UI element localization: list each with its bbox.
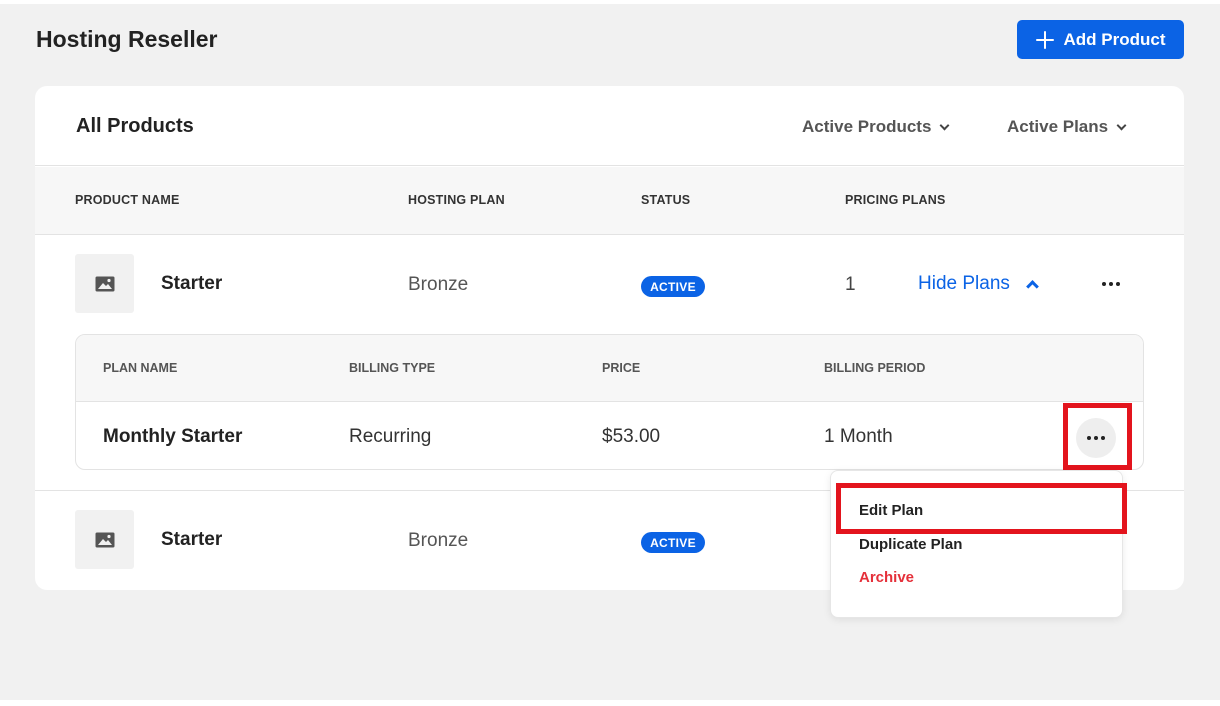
more-horizontal-icon [1087, 436, 1091, 440]
menu-item-edit-plan[interactable]: Edit Plan [859, 502, 923, 519]
filter-label: Active Plans [1007, 117, 1109, 136]
plan-name[interactable]: Monthly Starter [103, 426, 242, 448]
product-name[interactable]: Starter [161, 273, 222, 295]
chevron-up-icon [1026, 280, 1039, 293]
product-hosting-plan: Bronze [408, 530, 469, 551]
image-placeholder-icon [95, 276, 114, 291]
plan-billing-type: Recurring [349, 426, 432, 447]
column-header-plan-name: PLAN NAME [103, 361, 178, 375]
plan-more-button[interactable] [1076, 418, 1116, 458]
column-header-pricing-plans[interactable]: PRICING PLANS [845, 193, 946, 207]
menu-item-duplicate-plan[interactable]: Duplicate Plan [859, 536, 962, 553]
page-title: Hosting Reseller [36, 26, 218, 52]
column-header-product-name[interactable]: PRODUCT NAME [75, 193, 179, 207]
dot [1094, 436, 1098, 440]
active-plans-filter[interactable]: Active Plans [1007, 117, 1127, 137]
hide-plans-label: Hide Plans [918, 273, 1010, 294]
pricing-plans-table: PLAN NAME BILLING TYPE PRICE BILLING PER… [75, 334, 1144, 470]
status-badge: ACTIVE [641, 532, 705, 553]
column-header-billing-type: BILLING TYPE [349, 361, 436, 375]
active-products-filter[interactable]: Active Products [802, 117, 950, 137]
product-thumbnail [75, 510, 134, 569]
chevron-down-icon [939, 120, 950, 131]
plus-icon [1035, 30, 1054, 49]
image-placeholder-icon [95, 532, 114, 547]
column-header-status[interactable]: STATUS [641, 193, 690, 207]
hide-plans-toggle[interactable]: Hide Plans [918, 273, 1039, 295]
plan-billing-period: 1 Month [824, 426, 893, 447]
add-product-label: Add Product [1063, 29, 1166, 49]
status-badge: ACTIVE [641, 276, 705, 297]
dot [1101, 436, 1105, 440]
table-header-row [35, 167, 1184, 235]
plan-actions-menu: Edit Plan Duplicate Plan Archive [830, 470, 1123, 618]
column-header-price: PRICE [602, 361, 641, 375]
product-thumbnail [75, 254, 134, 313]
product-more-button[interactable] [1097, 274, 1125, 294]
column-header-hosting-plan[interactable]: HOSTING PLAN [408, 193, 505, 207]
add-product-button[interactable]: Add Product [1017, 20, 1184, 59]
card-title: All Products [76, 115, 194, 137]
column-header-billing-period: BILLING PERIOD [824, 361, 926, 375]
dot [1109, 282, 1113, 286]
more-horizontal-icon [1102, 282, 1106, 286]
product-name[interactable]: Starter [161, 529, 222, 551]
menu-item-archive[interactable]: Archive [859, 569, 914, 586]
product-hosting-plan: Bronze [408, 274, 469, 295]
filter-label: Active Products [802, 117, 932, 136]
plan-price: $53.00 [602, 426, 661, 447]
dot [1116, 282, 1120, 286]
pricing-plans-count: 1 [845, 274, 856, 295]
chevron-down-icon [1116, 120, 1127, 131]
